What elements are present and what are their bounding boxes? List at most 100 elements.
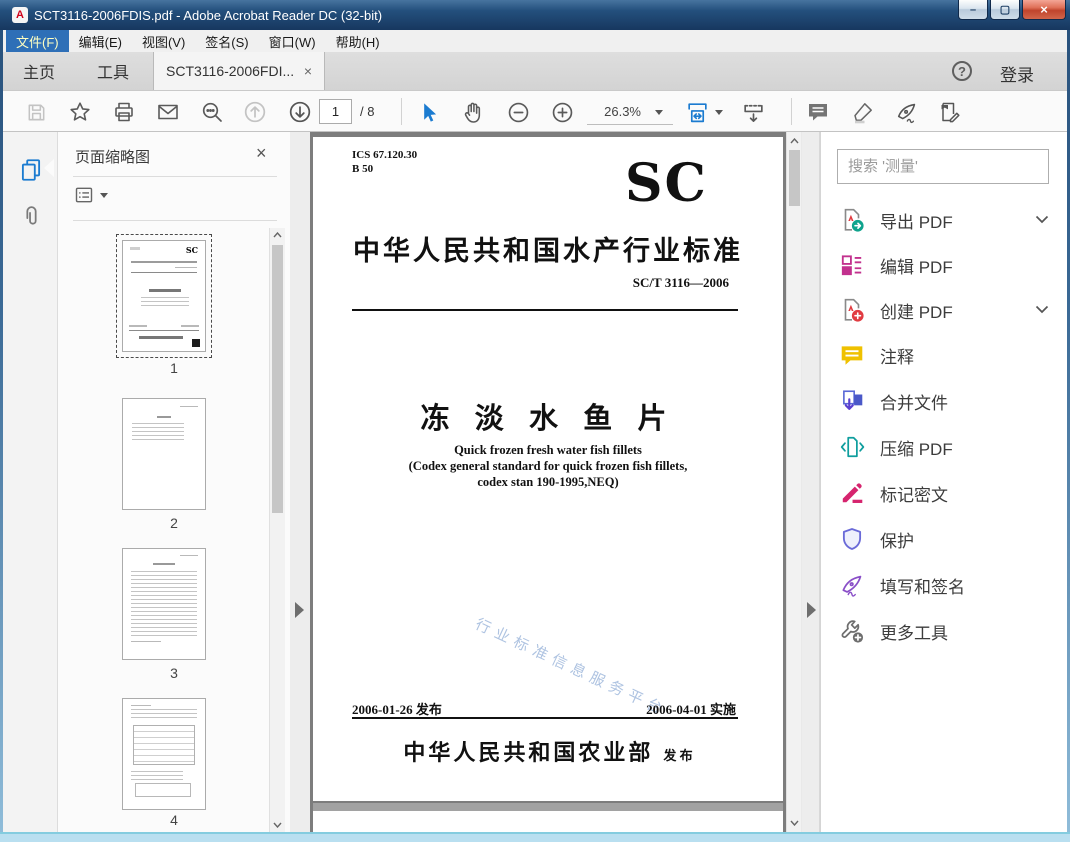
tool-edit-pdf[interactable]: 编辑 PDF (839, 245, 1059, 285)
minimize-button[interactable]: – (958, 0, 988, 20)
tool-create-pdf[interactable]: 创建 PDF (839, 290, 1059, 330)
menu-edit[interactable]: 编辑(E) (69, 30, 132, 52)
menu-view[interactable]: 视图(V) (132, 30, 195, 52)
zoom-underline (587, 124, 673, 125)
tool-compress-pdf[interactable]: 压缩 PDF (839, 427, 1059, 467)
tool-export-pdf[interactable]: 导出 PDF (839, 200, 1059, 240)
tool-fill-sign[interactable]: 填写和签名 (839, 565, 1059, 605)
document-scrollbar[interactable] (786, 132, 801, 832)
close-button[interactable]: × (1022, 0, 1066, 20)
comment-tool-button[interactable] (800, 94, 836, 130)
fit-dropdown-caret-icon[interactable] (715, 110, 723, 115)
watermark-text: 行业标准信息服务平台 (472, 615, 671, 720)
scrollbar-thumb[interactable] (789, 150, 800, 206)
tool-protect[interactable]: 保护 (839, 519, 1059, 559)
titlebar: A SCT3116-2006FDIS.pdf - Adobe Acrobat R… (0, 0, 1070, 30)
tools-search-input[interactable] (837, 149, 1049, 184)
tool-redact[interactable]: 标记密文 (839, 473, 1059, 513)
tools-panel: 导出 PDF 编辑 PDF 创建 PDF 注释 合并 (820, 132, 1067, 832)
zoom-dropdown-caret-icon[interactable] (655, 110, 663, 115)
previous-page-button[interactable] (237, 94, 273, 130)
find-button[interactable] (194, 94, 230, 130)
collapse-right-arrow-icon[interactable] (807, 602, 816, 618)
tool-combine-files[interactable]: 合并文件 (839, 381, 1059, 421)
fit-width-button[interactable] (679, 94, 715, 130)
sign-in-button[interactable]: 登录 (1000, 61, 1034, 86)
tool-label: 保护 (880, 531, 914, 551)
publisher-name: 中华人民共和国农业部 (403, 740, 654, 765)
zoom-level-value[interactable]: 26.3% (593, 104, 641, 119)
page-thumbnails-rail-button[interactable] (15, 154, 47, 186)
print-button[interactable] (106, 94, 142, 130)
attachments-rail-button[interactable] (15, 200, 47, 232)
send-for-signature-button[interactable] (932, 94, 968, 130)
thumbnail-page-1[interactable]: SC (122, 240, 206, 352)
document-viewport[interactable]: ICS 67.120.30 B 50 SC 中华人民共和国水产行业标准 SC/T… (310, 132, 786, 832)
standard-number: SC/T 3116—2006 (632, 275, 729, 290)
right-panel-splitter[interactable] (802, 132, 820, 832)
zoom-in-button[interactable] (544, 94, 580, 130)
scroll-down-icon[interactable] (787, 816, 802, 830)
thumb-table-sketch (133, 725, 195, 765)
document-title-en-1: Quick frozen fresh water fish fillets (454, 443, 642, 457)
star-icon (70, 102, 90, 121)
thumbnails-scrollbar[interactable] (269, 228, 285, 832)
tab-bar: 主页 工具 SCT3116-2006FDI... × ? 登录 (3, 52, 1067, 90)
collapse-left-arrow-icon[interactable] (295, 602, 304, 618)
scrollbar-thumb[interactable] (272, 245, 283, 513)
next-page-button[interactable] (282, 94, 318, 130)
search-icon (202, 102, 222, 122)
thumbnail-page-2[interactable] (122, 398, 206, 510)
footer-rule (352, 717, 738, 719)
tab-home[interactable]: 主页 (23, 52, 55, 90)
chevron-down-icon[interactable] (1035, 211, 1049, 229)
panel-divider (73, 176, 277, 177)
menu-help[interactable]: 帮助(H) (326, 30, 390, 52)
maximize-button[interactable]: ▢ (990, 0, 1020, 20)
zoom-out-icon (508, 102, 528, 122)
pdf-page-1[interactable]: ICS 67.120.30 B 50 SC 中华人民共和国水产行业标准 SC/T… (313, 137, 783, 801)
chevron-down-icon[interactable] (1035, 301, 1049, 319)
hand-tool-button[interactable] (455, 94, 491, 130)
tab-document[interactable]: SCT3116-2006FDI... × (153, 52, 325, 90)
options-list-icon (75, 187, 93, 203)
tool-label: 注释 (880, 347, 914, 367)
scroll-down-icon[interactable] (270, 818, 285, 832)
tool-comment[interactable]: 注释 (839, 335, 1059, 375)
tab-tools[interactable]: 工具 (97, 52, 129, 90)
favorite-button[interactable] (62, 94, 98, 130)
save-button[interactable] (18, 94, 54, 130)
page-number-input[interactable] (319, 99, 352, 124)
panel-close-icon[interactable]: × (256, 143, 267, 164)
tool-more-tools[interactable]: 更多工具 (839, 611, 1059, 651)
left-navigation-rail (3, 132, 58, 832)
select-tool-button[interactable] (410, 94, 446, 130)
scroll-up-icon[interactable] (787, 134, 802, 148)
menu-sign[interactable]: 签名(S) (195, 30, 258, 52)
toolbar-separator (401, 98, 402, 125)
page-up-icon (244, 101, 266, 123)
toolbar-separator (791, 98, 792, 125)
left-panel-splitter[interactable] (290, 132, 310, 832)
thumbnail-page-4[interactable] (122, 698, 206, 810)
main-toolbar: / 8 26.3% (3, 90, 1067, 132)
tab-close-icon[interactable]: × (304, 63, 312, 79)
page-count-label: / 8 (360, 104, 375, 119)
pdf-page-2-edge[interactable] (313, 811, 783, 832)
highlight-tool-button[interactable] (845, 94, 881, 130)
tool-label: 合并文件 (880, 393, 948, 413)
sc-logo: SC (625, 153, 708, 214)
thumbnail-options-button[interactable] (74, 185, 108, 205)
zoom-out-button[interactable] (500, 94, 536, 130)
help-icon[interactable]: ? (952, 61, 972, 81)
email-button[interactable] (150, 94, 186, 130)
issue-date: 2006-01-26 发布 (352, 702, 442, 717)
create-pdf-icon (839, 297, 865, 323)
thumbnail-page-3[interactable] (122, 548, 206, 660)
tool-label: 更多工具 (880, 623, 948, 643)
menu-file[interactable]: 文件(F) (6, 30, 69, 52)
page-display-button[interactable] (735, 94, 771, 130)
fill-sign-tool-button[interactable] (888, 94, 924, 130)
scroll-up-icon[interactable] (270, 228, 285, 242)
menu-window[interactable]: 窗口(W) (259, 30, 326, 52)
